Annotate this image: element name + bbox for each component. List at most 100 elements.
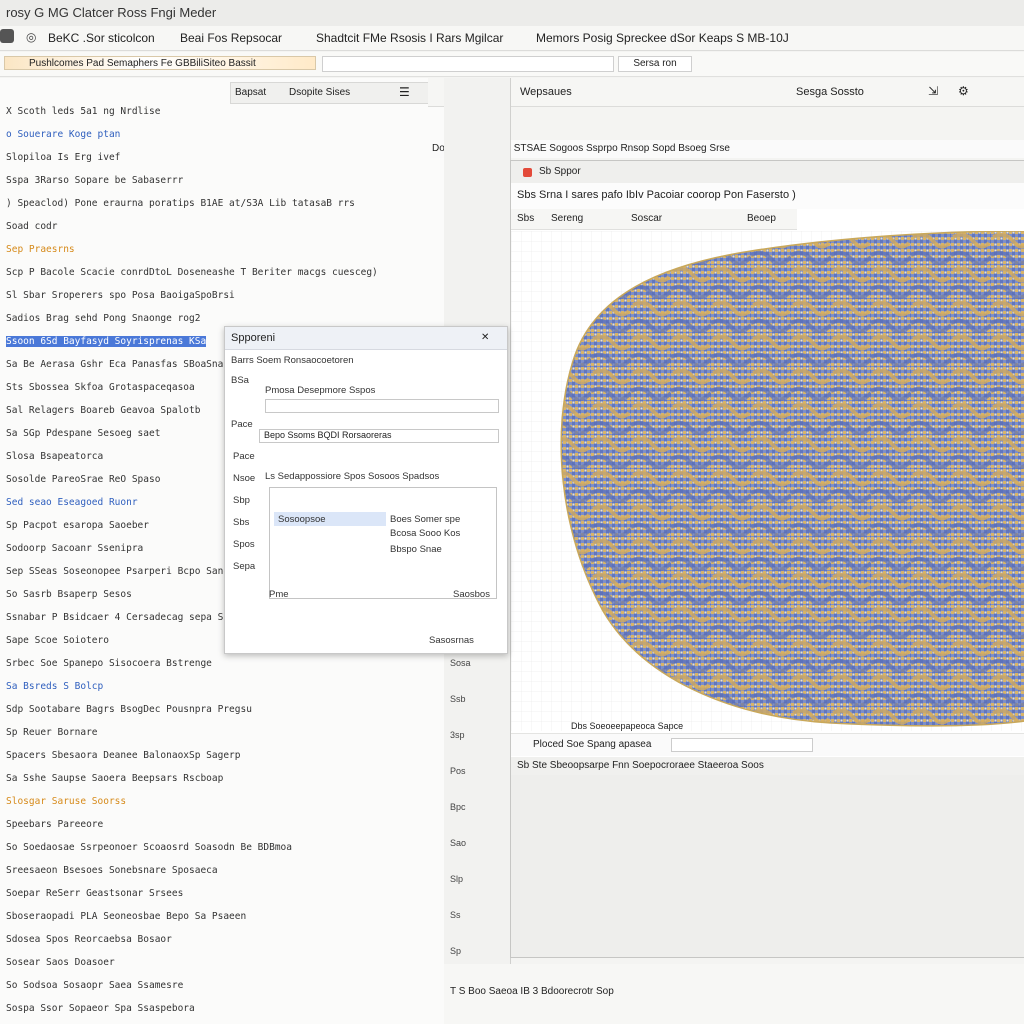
toggle-icon[interactable] [0,29,14,43]
dialog-label-b: Pace [231,419,253,430]
dialog-foot-c[interactable]: Sasosrnas [429,635,474,646]
code-line[interactable]: Slopiloa Is Erg ivef [6,152,120,163]
toolbar-item-1[interactable]: BeKC .Sor sticolcon [48,31,155,45]
code-line[interactable]: Sape Scoe Soiotero [6,635,109,646]
subheader-item-1[interactable]: Bapsat [235,87,266,98]
code-line[interactable]: Sdp Sootabare Bagrs BsogDec Pousnpra Pre… [6,704,252,715]
gutter-label: Ss [450,910,461,920]
col-4[interactable]: Beoep [747,213,776,224]
col-2[interactable]: Sereng [551,213,583,224]
code-line[interactable]: Sp Reuer Bornare [6,727,98,738]
search-field[interactable] [322,56,614,72]
address-field[interactable]: Pushlcomes Pad Semaphers Fe GBBiliSiteo … [4,56,316,70]
plot-toolbar-text: Sbs Srna I sares pafo IbIv Pacoiar cooro… [517,189,796,201]
plot-canvas[interactable] [511,231,1024,731]
code-line[interactable]: Scp P Bacole Scacie conrdDtoL Doseneashe… [6,267,378,278]
dialog-field-b[interactable]: Bepo Ssoms BQDI Rorsaoreras [259,429,499,443]
dialog-field-b-value: Bepo Ssoms BQDI Rorsaoreras [264,430,392,440]
code-line[interactable]: Sospa Ssor Sopaeor Spa Ssaspebora [6,1003,195,1014]
plot-window-title: Sb Sppor [539,166,581,177]
code-line[interactable]: Ssoon 6Sd Bayfasyd Soyrisprenas KSa [6,336,207,347]
app-icon[interactable]: ◎ [26,30,36,44]
header-label: Wepsaues [520,86,572,98]
code-line[interactable]: Slosa Bsapeatorca [6,451,103,462]
plot-footer-text: Ploced Soe Spang apasea [533,739,652,750]
code-line[interactable]: Sed seao Eseagoed Ruonr [6,497,138,508]
code-line[interactable]: Sa SGp Pdespane Sesoeg saet [6,428,160,439]
dialog-list-item[interactable]: Sosoopsoe [278,514,326,525]
code-line[interactable]: Sa Sshe Saupse Saoera Beepsars Rscboap [6,773,223,784]
gutter-label: Sao [450,838,467,848]
search-button[interactable]: Sersa ron [618,56,692,72]
code-line[interactable]: Soad codr [6,221,57,232]
dialog-foot-b[interactable]: Saosbos [453,589,490,600]
plot-window: Sb Sppor Sbs Srna I sares pafo IbIv Paco… [510,160,1024,958]
code-line[interactable]: Sts Sbossea Skfoa Grotaspaceqasoa [6,382,195,393]
code-line[interactable]: X Scoth leds 5a1 ng Nrdlise [6,106,160,117]
bottom-status: T S Boo Saeoa IB 3 Bdoorecrotr Sop [444,964,1024,1024]
dialog-foot-a: Pme [269,589,289,600]
dialog-list[interactable]: Sosoopsoe Boes Somer spe Bcosa Sooo Kos … [269,487,497,599]
code-line[interactable]: So Sasrb Bsaperp Sesos [6,589,132,600]
dialog-row-label: Pace [233,451,255,462]
code-line[interactable]: Sdosea Spos Reorcaebsa Bosaor [6,934,172,945]
col-3[interactable]: Soscar [631,213,662,224]
code-line[interactable]: Sa Be Aerasa Gshr Eca Panasfas SBoaSnace… [6,359,241,370]
code-line[interactable]: Sboseraopadi PLA Seoneosbae Bepo Sa Psae… [6,911,246,922]
code-line[interactable]: Soepar ReSerr Geastsonar Srsees [6,888,183,899]
dialog-header: Spporeni ✕ [225,327,507,350]
properties-dialog: Spporeni ✕ Barrs Soem Ronsaocoetoren BSa… [224,326,508,654]
dialog-close-icon[interactable]: ✕ [481,332,489,343]
subheader-item-2[interactable]: Dsopite Sises [289,87,350,98]
address-row: Pushlcomes Pad Semaphers Fe GBBiliSiteo … [0,52,1024,77]
code-line[interactable]: Sspa 3Rarso Sopare be Sabaserrr [6,175,183,186]
dialog-list-item[interactable]: Boes Somer spe [390,514,460,525]
code-line[interactable]: ) Speaclod) Pone eraurna poratips B1AE a… [6,198,355,209]
plot-window-titlebar: Sb Sppor [511,161,1024,184]
toolbar-item-2[interactable]: Beai Fos Repsocar [180,31,282,45]
code-line[interactable]: Sodoorp Sacoanr Ssenipra [6,543,143,554]
code-line[interactable]: Sreesaeon Bsesoes Sonebsnare Sposaeca [6,865,218,876]
dialog-list-item[interactable]: Bbspo Snae [390,544,442,555]
col-1[interactable]: Sbs [517,213,534,224]
dialog-row-label: Nsoe [233,473,256,484]
dialog-row-label: Spos [233,539,255,550]
code-line[interactable]: Sosolde PareoSrae ReO Spaso [6,474,160,485]
dialog-list-item[interactable]: Bcosa Sooo Kos [390,528,460,539]
dialog-field-a-label: Pmosa Desepmore Sspos [265,385,376,396]
toolbar-item-3[interactable]: Shadtcit FMe Rsosis I Rars Mgilcar [316,31,503,45]
code-line[interactable]: Sl Sbar Sroperers spo Posa BaoigaSpoBrsi [6,290,235,301]
gutter-label: Bpc [450,802,466,812]
close-icon[interactable] [523,168,532,177]
code-line[interactable]: Slosgar Saruse Soorss [6,796,126,807]
plot-info-bar: Sb Ste Sbeoopsarpe Fnn Soepocroraee Stae… [511,757,1024,776]
dialog-subtitle: Barrs Soem Ronsaocoetoren [231,355,354,366]
tools-icon[interactable]: ⚙ [958,84,969,98]
code-line[interactable]: So Sodsoa Sosaopr Saea Ssamesre [6,980,183,991]
dialog-field-a[interactable] [265,399,499,413]
code-line[interactable]: Spacers Sbesaora Deanee BalonaoxSp Sager… [6,750,241,761]
code-line[interactable]: Sal Relagers Boareb Geavoa Spalotb [6,405,200,416]
toolbar-item-4[interactable]: Memors Posig Spreckee dSor Keaps S MB-10… [536,31,789,45]
gutter-label: Sp [450,946,462,956]
code-line[interactable]: Srbec Soe Spanepo Sisocoera Bstrenge [6,658,212,669]
code-line[interactable]: So Soedaosae Ssrpeonoer Scoaosrd Soasodn… [6,842,292,853]
collapse-icon[interactable]: ⇲ [928,84,938,98]
main-toolbar: ◎ BeKC .Sor sticolcon Beai Fos Repsocar … [0,26,1024,51]
code-line[interactable]: Sep Praesrns [6,244,75,255]
plot-footer-field[interactable] [671,738,813,752]
code-line[interactable]: Sp Pacpot esaropa Saoeber [6,520,149,531]
plot-lower-area [511,775,1024,957]
code-line[interactable]: Speebars Pareeore [6,819,103,830]
code-line[interactable]: Sa Bsreds S Bolcp [6,681,103,692]
gutter-label: Pos [450,766,466,776]
code-line[interactable]: Sosear Saos Doasoer [6,957,115,968]
plot-footer: Ploced Soe Spang apasea [511,733,1024,756]
code-line[interactable]: Sadios Brag sehd Pong Snaonge rog2 [6,313,200,324]
bottom-status-text: T S Boo Saeoa IB 3 Bdoorecrotr Sop [450,986,614,997]
plot-caption-text: Dbs Soeoeepapeoca Sapce [571,721,684,731]
menu-icon[interactable]: ☰ [399,85,410,99]
code-line[interactable]: o Souerare Koge ptan [6,129,120,140]
gutter-label: Slp [450,874,464,884]
right-header: ⇤ ⎘ ⎙ Wepsaues Sesga Sossto ⇲ ⚙ [428,78,1024,107]
